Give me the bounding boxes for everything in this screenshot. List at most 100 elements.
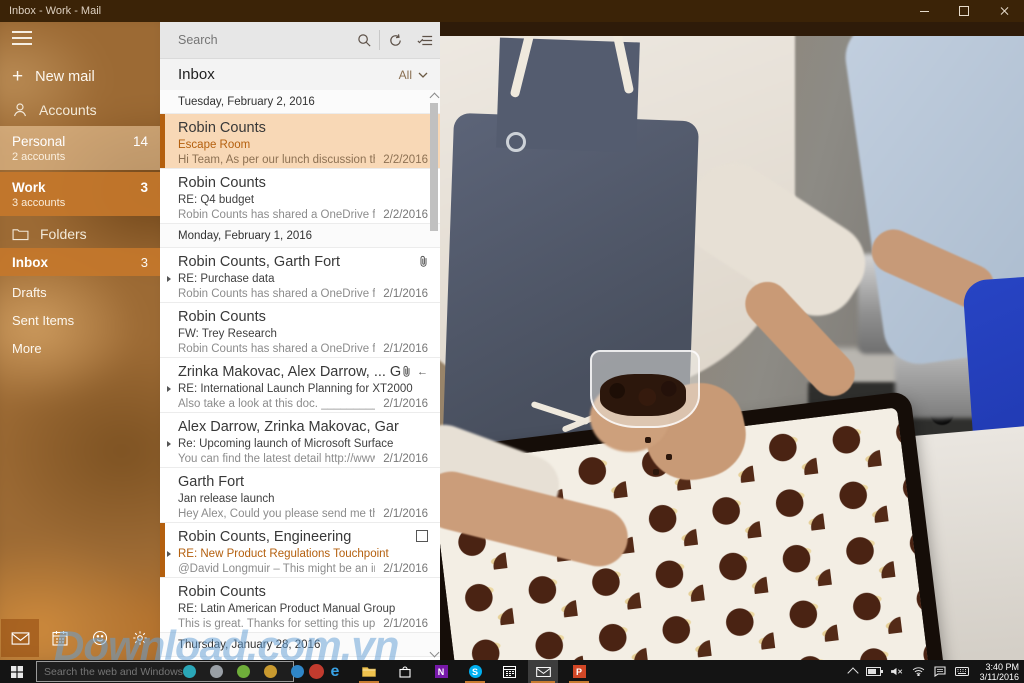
sidebar-item-personal[interactable]: Personal 14 2 accounts	[0, 126, 160, 170]
email-subject: RE: Purchase data	[178, 272, 428, 287]
maximize-button[interactable]	[944, 0, 984, 22]
account-name: Personal	[12, 134, 65, 149]
folders-header: Folders	[0, 222, 160, 246]
filter-dropdown[interactable]: All	[399, 68, 428, 82]
taskbar-onenote-button[interactable]: N	[428, 660, 454, 683]
expand-thread-icon[interactable]	[167, 441, 171, 447]
email-preview: Hi Team, As per our lunch discussion thi…	[178, 153, 375, 168]
email-row[interactable]: Zrinka Makovac, Alex Darrow, ... GRE: In…	[160, 358, 440, 413]
taskbar-search-input[interactable]	[37, 665, 293, 679]
sync-button[interactable]	[380, 22, 410, 58]
account-detail: 2 accounts	[12, 151, 148, 163]
email-sender: Robin Counts	[178, 119, 428, 138]
close-button[interactable]	[984, 0, 1024, 22]
taskbar-powerpoint-button[interactable]: P	[566, 660, 592, 683]
account-detail: 3 accounts	[12, 197, 148, 209]
sync-icon	[388, 33, 403, 48]
email-row-icons	[416, 530, 428, 542]
battery-icon[interactable]	[866, 667, 881, 676]
email-row[interactable]: Robin CountsFW: Trey ResearchRobin Count…	[160, 303, 440, 358]
select-list-icon	[417, 34, 433, 47]
taskbar-skype-button[interactable]: S	[462, 660, 488, 683]
email-sender: Robin Counts	[178, 583, 428, 602]
chocolate-crumb	[653, 469, 659, 475]
chocolate-crumb	[666, 454, 672, 460]
maximize-icon	[959, 6, 969, 16]
titlebar: Inbox - Work - Mail	[0, 0, 1024, 22]
email-preview: You can find the latest detail http://ww…	[178, 452, 375, 467]
sidebar-item-inbox[interactable]: Inbox 3	[0, 248, 160, 276]
wifi-icon[interactable]	[912, 667, 925, 676]
search-icon	[357, 33, 372, 48]
email-date: 2/1/2016	[383, 287, 428, 302]
watermark-dot	[237, 665, 250, 678]
taskbar-file-explorer-button[interactable]	[356, 660, 382, 683]
taskbar-calendar-button[interactable]	[496, 660, 522, 683]
mail-nav-button[interactable]	[1, 619, 39, 657]
clock-date: 3/11/2016	[980, 672, 1019, 682]
chevron-down-icon	[418, 72, 428, 78]
date-separator: Monday, February 1, 2016	[160, 224, 440, 248]
expand-thread-icon[interactable]	[167, 276, 171, 282]
scroll-up-icon[interactable]	[430, 93, 440, 103]
hamburger-menu-button[interactable]	[12, 31, 32, 45]
account-count: 14	[133, 134, 148, 149]
folder-name: Drafts	[12, 285, 47, 300]
replied-icon: ←	[417, 366, 428, 378]
start-button[interactable]	[0, 660, 34, 683]
email-row[interactable]: Robin CountsRE: Q4 budgetRobin Counts ha…	[160, 169, 440, 224]
search-input[interactable]	[160, 32, 349, 48]
email-subject: RE: Q4 budget	[178, 193, 428, 208]
email-sender: Robin Counts	[178, 308, 428, 327]
new-mail-button[interactable]: + New mail	[0, 64, 160, 90]
watermark-dot	[210, 665, 223, 678]
scrollbar[interactable]	[428, 90, 440, 660]
email-preview: @David Longmuir – This might be an inter…	[178, 562, 375, 577]
sidebar-item-work[interactable]: Work 3 3 accounts	[0, 172, 160, 216]
folder-name: Sent Items	[12, 313, 74, 328]
scrollbar-thumb[interactable]	[430, 103, 438, 231]
sidebar-item-sent-items[interactable]: Sent Items	[0, 306, 160, 334]
taskbar-mail-button[interactable]	[528, 660, 558, 683]
watermark-dot	[309, 664, 324, 679]
folder-count: 3	[141, 255, 148, 270]
email-row[interactable]: Garth FortJan release launchHey Alex, Co…	[160, 468, 440, 523]
email-preview: Robin Counts has shared a OneDrive for B…	[178, 342, 375, 357]
expand-thread-icon[interactable]	[167, 386, 171, 392]
close-icon	[999, 6, 1009, 16]
sidebar-item-more[interactable]: More	[0, 334, 160, 362]
volume-muted-icon[interactable]	[890, 667, 903, 676]
email-date: 2/1/2016	[383, 452, 428, 467]
person-icon	[12, 102, 28, 118]
touch-keyboard-icon[interactable]	[955, 667, 969, 676]
watermark-dot	[264, 665, 277, 678]
email-row[interactable]: Robin Counts, EngineeringRE: New Product…	[160, 523, 440, 578]
folders-header-label: Folders	[40, 226, 87, 242]
selection-mode-button[interactable]	[410, 22, 440, 58]
email-subject: Escape Room	[178, 138, 428, 153]
show-hidden-icons-button[interactable]	[847, 667, 858, 678]
taskbar-search-box[interactable]	[36, 661, 294, 682]
search-button[interactable]	[349, 22, 379, 58]
email-subject: RE: International Launch Planning for XT…	[178, 382, 428, 397]
email-date: 2/1/2016	[383, 562, 428, 577]
invite-icon	[416, 530, 428, 542]
taskbar-clock[interactable]: 3:40 PM 3/11/2016	[978, 662, 1019, 682]
action-center-icon[interactable]	[934, 666, 946, 677]
sidebar-item-drafts[interactable]: Drafts	[0, 278, 160, 306]
onenote-icon: N	[435, 665, 448, 678]
email-preview: Hey Alex, Could you please send me the s…	[178, 507, 375, 522]
minimize-button[interactable]	[904, 0, 944, 22]
expand-thread-icon[interactable]	[167, 551, 171, 557]
email-row[interactable]: Alex Darrow, Zrinka Makovac, GarRe: Upco…	[160, 413, 440, 468]
calendar-icon	[503, 665, 516, 678]
file-explorer-icon	[362, 666, 376, 677]
powerpoint-icon: P	[573, 665, 586, 678]
email-row[interactable]: Robin Counts, Garth FortRE: Purchase dat…	[160, 248, 440, 303]
store-icon	[399, 666, 411, 678]
sidebar: + New mail Accounts Personal 14 2 accoun…	[0, 22, 160, 660]
taskbar-edge-button[interactable]: e	[322, 660, 348, 683]
taskbar-store-button[interactable]	[392, 660, 418, 683]
edge-icon: e	[331, 664, 340, 680]
email-row[interactable]: Robin CountsEscape RoomHi Team, As per o…	[160, 114, 440, 169]
